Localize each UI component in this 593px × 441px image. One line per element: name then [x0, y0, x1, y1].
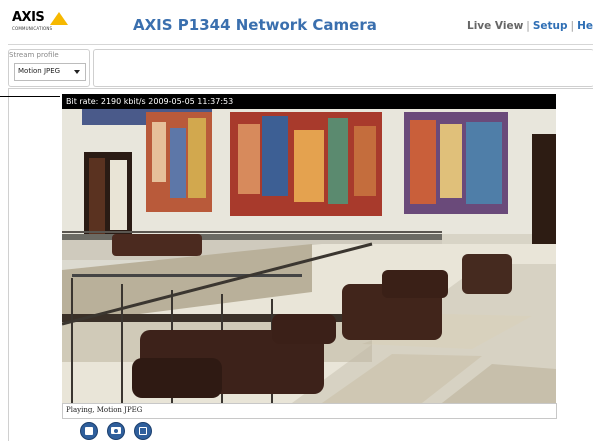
nav-help[interactable]: He — [577, 20, 593, 32]
status-text: Playing, Motion JPEG — [66, 406, 143, 414]
video-overlay-text: Bit rate: 2190 kbit/s 2009-05-05 11:37:5… — [66, 97, 234, 106]
frame-top-border — [8, 88, 593, 89]
nav-separator: | — [526, 20, 530, 32]
page-title: AXIS P1344 Network Camera — [133, 16, 377, 34]
header-divider — [8, 44, 593, 45]
stop-icon — [85, 427, 93, 435]
nav-live-view[interactable]: Live View — [467, 20, 523, 32]
toolbar-panel — [93, 49, 593, 87]
view-full-screen-inner-icon — [140, 428, 146, 434]
chevron-down-icon[interactable] — [74, 70, 80, 74]
video-status-bar: Playing, Motion JPEG — [62, 403, 557, 419]
full-screen-button[interactable] — [134, 422, 152, 440]
stream-profile-value: Motion JPEG — [18, 67, 61, 75]
stream-profile-select[interactable]: Motion JPEG — [14, 63, 86, 81]
video-frame-image — [62, 94, 556, 403]
nav-separator: | — [570, 20, 575, 32]
live-video-view[interactable]: Bit rate: 2190 kbit/s 2009-05-05 11:37:5… — [62, 94, 556, 403]
frame-left-border — [8, 88, 9, 441]
logo-triangle-icon — [50, 12, 68, 25]
stream-profile-label: Stream profile — [9, 51, 59, 59]
nav-setup[interactable]: Setup — [533, 20, 568, 32]
snapshot-button[interactable] — [107, 422, 125, 440]
callout-line — [0, 96, 60, 97]
axis-logo: AXIS COMMUNICATIONS — [12, 10, 72, 40]
top-nav: Live View | Setup | He — [467, 20, 593, 32]
video-controls — [62, 419, 555, 441]
logo-text: AXIS — [12, 10, 45, 25]
stop-button[interactable] — [80, 422, 98, 440]
logo-subtext: COMMUNICATIONS — [12, 26, 53, 31]
page-header: AXIS COMMUNICATIONS AXIS P1344 Network C… — [0, 0, 593, 48]
snapshot-lens-icon — [114, 429, 118, 433]
